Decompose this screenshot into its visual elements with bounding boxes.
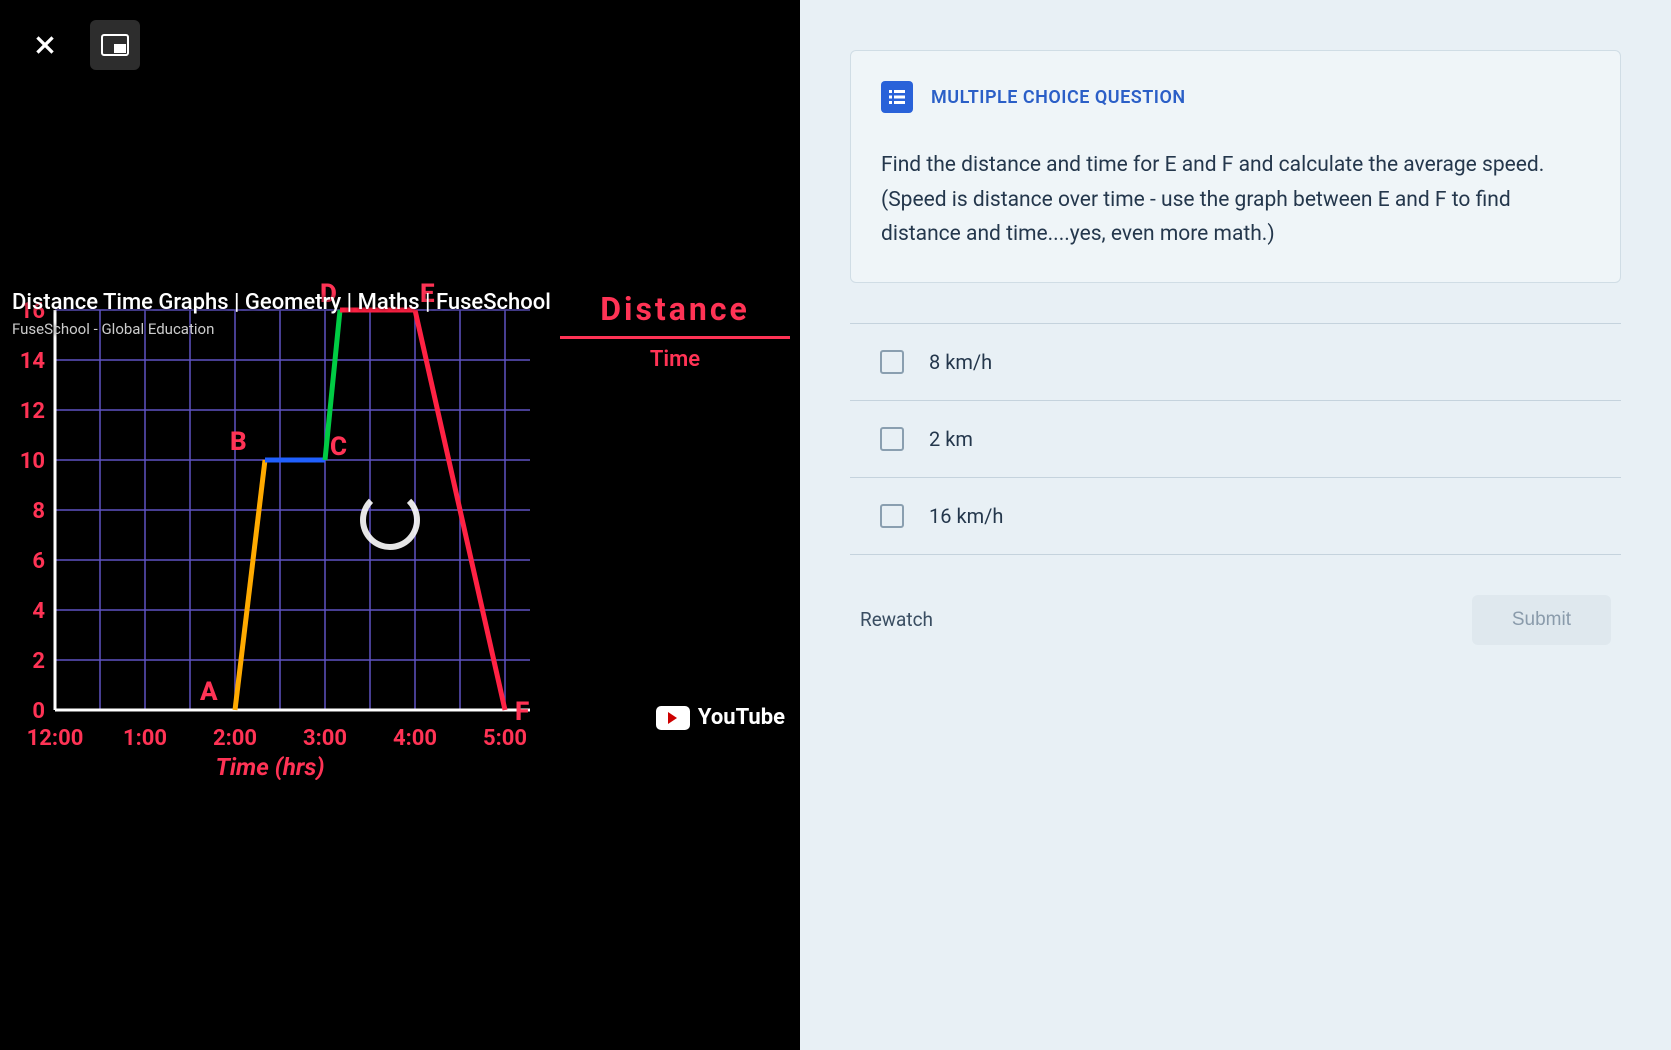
svg-text:5:00: 5:00 <box>483 726 527 751</box>
svg-text:14: 14 <box>20 349 46 374</box>
svg-text:C: C <box>330 432 347 462</box>
video-channel: FuseSchool - Global Education <box>12 320 214 338</box>
svg-text:A: A <box>200 677 218 707</box>
video-top-controls <box>20 20 140 70</box>
svg-text:1:00: 1:00 <box>123 726 167 751</box>
svg-text:2:00: 2:00 <box>213 726 257 751</box>
question-type-label: MULTIPLE CHOICE QUESTION <box>931 87 1186 108</box>
picture-in-picture-icon[interactable] <box>90 20 140 70</box>
close-icon[interactable] <box>20 20 70 70</box>
options-list: 8 km/h 2 km 16 km/h <box>850 323 1621 555</box>
option-label: 2 km <box>929 427 973 451</box>
option-label: 16 km/h <box>929 504 1003 528</box>
checkbox-icon[interactable] <box>880 427 904 451</box>
option-label: 8 km/h <box>929 350 992 374</box>
multiple-choice-icon <box>881 81 913 113</box>
video-title: Distance Time Graphs | Geometry | Maths … <box>12 290 551 315</box>
svg-text:4: 4 <box>32 599 45 624</box>
option-row[interactable]: 2 km <box>850 400 1621 477</box>
svg-text:12:00: 12:00 <box>27 726 84 751</box>
youtube-icon <box>656 706 690 730</box>
svg-text:3:00: 3:00 <box>303 726 347 751</box>
chart-svg: 0 2 4 6 8 10 12 14 16 12:00 1:00 2:00 3:… <box>0 280 560 780</box>
svg-text:Time (hrs): Time (hrs) <box>215 753 324 780</box>
svg-text:12: 12 <box>20 399 45 424</box>
loading-spinner-icon <box>360 490 420 550</box>
svg-text:2: 2 <box>32 649 45 674</box>
youtube-badge[interactable]: YouTube <box>656 705 785 730</box>
submit-button[interactable]: Submit <box>1472 595 1611 645</box>
youtube-label: YouTube <box>698 705 785 730</box>
formula-denominator: Time <box>560 347 790 372</box>
rewatch-button[interactable]: Rewatch <box>860 608 933 631</box>
svg-text:8: 8 <box>32 499 45 524</box>
svg-text:0: 0 <box>32 699 45 724</box>
svg-text:B: B <box>230 427 247 457</box>
formula-divider <box>560 336 790 339</box>
question-prompt: Find the distance and time for E and F a… <box>881 148 1590 252</box>
action-row: Rewatch Submit <box>850 595 1621 645</box>
speed-formula: Distance Time <box>560 290 790 372</box>
option-row[interactable]: 8 km/h <box>850 323 1621 400</box>
question-panel: MULTIPLE CHOICE QUESTION Find the distan… <box>800 0 1671 1050</box>
segment-AB <box>235 460 265 710</box>
svg-text:F: F <box>515 697 529 727</box>
formula-numerator: Distance <box>560 290 790 328</box>
option-row[interactable]: 16 km/h <box>850 477 1621 555</box>
question-card: MULTIPLE CHOICE QUESTION Find the distan… <box>850 50 1621 283</box>
video-player-area: Distance Time Graphs | Geometry | Maths … <box>0 0 800 1050</box>
checkbox-icon[interactable] <box>880 350 904 374</box>
svg-text:10: 10 <box>20 449 45 474</box>
svg-text:6: 6 <box>32 549 45 574</box>
question-header: MULTIPLE CHOICE QUESTION <box>881 81 1590 113</box>
svg-text:4:00: 4:00 <box>393 726 437 751</box>
checkbox-icon[interactable] <box>880 504 904 528</box>
